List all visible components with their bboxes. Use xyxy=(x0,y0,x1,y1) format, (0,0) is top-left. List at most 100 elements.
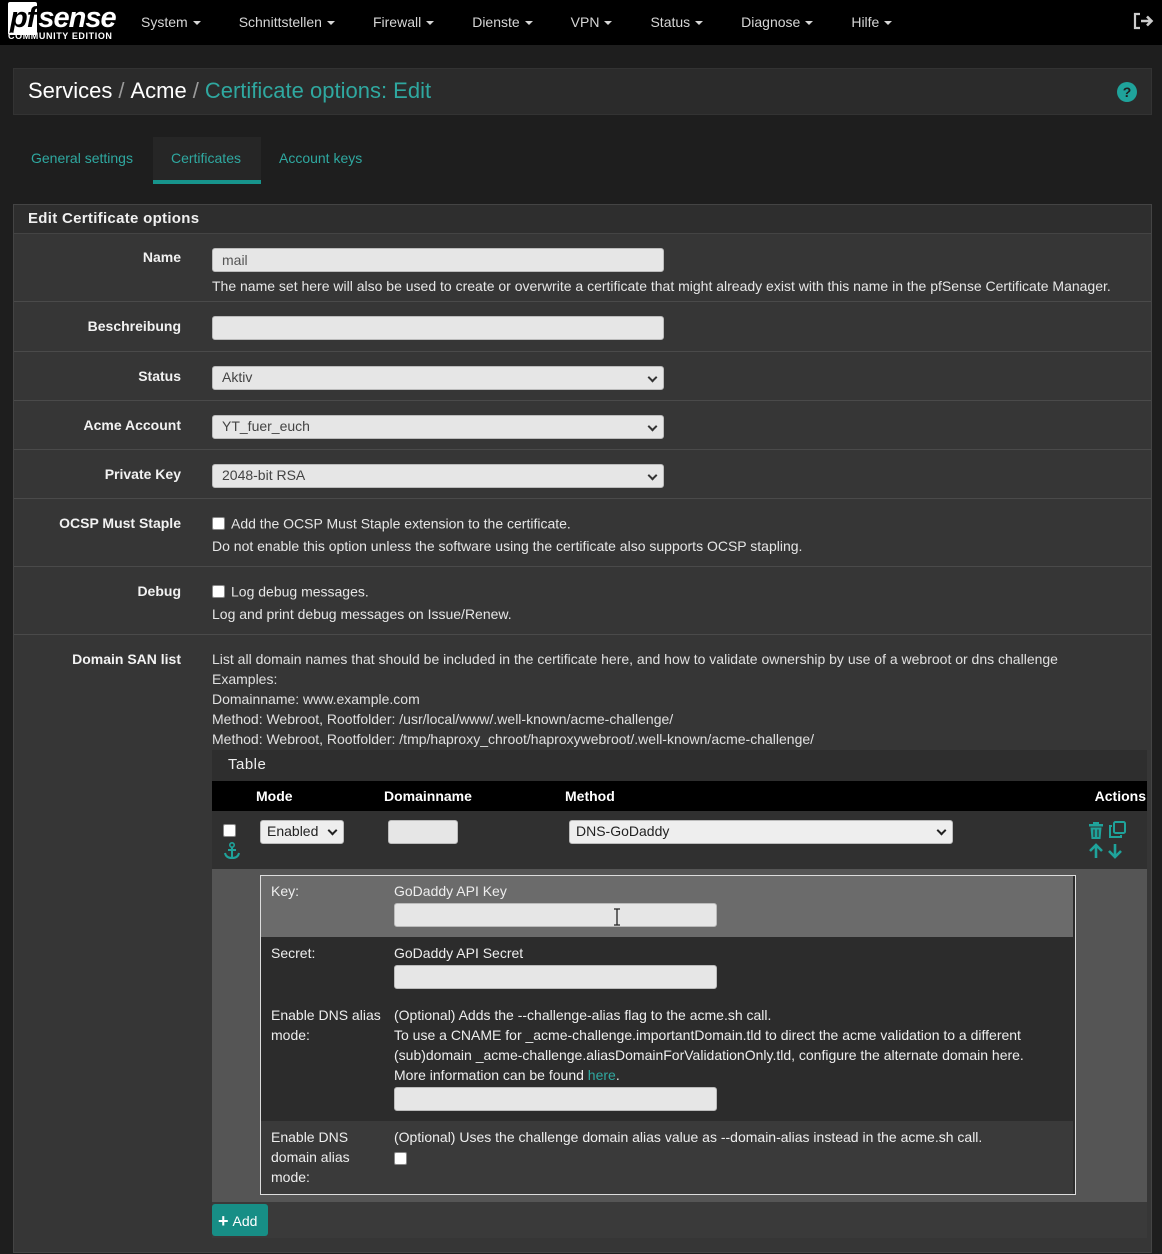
edition-label: COMMUNITY EDITION xyxy=(8,31,113,41)
domain-alias-description: (Optional) Uses the challenge domain ali… xyxy=(394,1129,983,1145)
logout-icon[interactable] xyxy=(1132,12,1154,30)
tab-bar: General settings Certificates Account ke… xyxy=(13,137,382,185)
description-input[interactable] xyxy=(212,316,664,340)
add-button[interactable]: + Add xyxy=(212,1204,268,1236)
secret-description: GoDaddy API Secret xyxy=(394,945,524,961)
table-row: Enabled DNS-GoDaddy xyxy=(212,811,1147,869)
top-navbar: pf sense COMMUNITY EDITION System Schnitt… xyxy=(0,0,1162,45)
breadcrumb-services[interactable]: Services xyxy=(28,78,112,103)
domainname-input[interactable] xyxy=(388,820,458,844)
row-ocsp: OCSP Must Staple Add the OCSP Must Stapl… xyxy=(14,499,1151,567)
domain-alias-label: Enable DNS domain alias mode: xyxy=(271,1129,350,1185)
acme-account-select[interactable]: YT_fuer_euch xyxy=(212,415,664,439)
edit-certificate-panel: Edit Certificate options Name The name s… xyxy=(13,204,1152,1253)
dns-alias-description: (Optional) Adds the --challenge-alias fl… xyxy=(394,1005,1024,1111)
chevron-down-icon xyxy=(647,421,658,432)
chevron-down-icon xyxy=(647,470,658,481)
row-acme-account: Acme Account YT_fuer_euch xyxy=(14,401,1151,450)
dns-alias-input[interactable] xyxy=(394,1087,717,1111)
nav-diagnostics[interactable]: Diagnose xyxy=(722,0,832,45)
breadcrumb-current: Certificate options: Edit xyxy=(204,78,432,103)
panel-title: Edit Certificate options xyxy=(14,205,1151,234)
trash-icon[interactable] xyxy=(1088,822,1104,839)
private-key-select[interactable]: 2048-bit RSA xyxy=(212,464,664,488)
dns-alias-label: Enable DNS alias mode: xyxy=(271,1007,381,1043)
nav-status[interactable]: Status xyxy=(631,0,722,45)
header-domainname: Domainname xyxy=(384,788,472,804)
godaddy-api-key-input[interactable] xyxy=(394,903,717,927)
san-help: List all domain names that should be inc… xyxy=(212,651,1058,747)
arrow-down-icon[interactable] xyxy=(1107,843,1123,859)
copy-icon[interactable] xyxy=(1108,821,1127,839)
mode-select[interactable]: Enabled xyxy=(260,820,344,844)
san-table: Table Mode Domainname Method Actions Ena… xyxy=(212,750,1147,1238)
add-area: + Add xyxy=(212,1202,1147,1238)
detail-secret-row: Secret: GoDaddy API Secret xyxy=(261,937,1073,999)
caret-down-icon xyxy=(695,21,704,26)
debug-checkbox-label: Log debug messages. xyxy=(231,583,369,600)
arrow-up-icon[interactable] xyxy=(1088,843,1104,859)
debug-label: Debug xyxy=(137,583,181,599)
name-input[interactable] xyxy=(212,248,664,272)
nav-system[interactable]: System xyxy=(122,0,220,45)
ocsp-checkbox-label: Add the OCSP Must Staple extension to th… xyxy=(231,515,571,532)
domain-alias-checkbox[interactable] xyxy=(394,1152,407,1166)
help-icon[interactable]: ? xyxy=(1117,82,1137,102)
san-label: Domain SAN list xyxy=(72,651,181,667)
caret-down-icon xyxy=(326,21,335,26)
header-method: Method xyxy=(565,788,615,804)
tab-certificates[interactable]: Certificates xyxy=(152,137,261,184)
status-select[interactable]: Aktiv xyxy=(212,366,664,390)
caret-down-icon xyxy=(524,21,533,26)
private-key-label: Private Key xyxy=(104,466,181,482)
san-table-title: Table xyxy=(212,750,1147,781)
anchor-icon[interactable] xyxy=(222,842,242,860)
nav-vpn[interactable]: VPN xyxy=(552,0,632,45)
ocsp-checkbox[interactable] xyxy=(212,516,225,530)
caret-down-icon xyxy=(192,21,201,26)
breadcrumb-acme[interactable]: Acme xyxy=(130,78,186,103)
caret-down-icon xyxy=(604,21,613,26)
ocsp-help: Do not enable this option unless the sof… xyxy=(212,538,803,555)
row-select-checkbox[interactable] xyxy=(223,824,236,837)
chevron-down-icon xyxy=(647,372,658,383)
nav-services[interactable]: Dienste xyxy=(453,0,551,45)
row-private-key: Private Key 2048-bit RSA xyxy=(14,450,1151,499)
status-label: Status xyxy=(138,368,181,384)
breadcrumb: Services / Acme / Certificate options: Edit xyxy=(28,78,432,103)
detail-dns-alias-row: Enable DNS alias mode: (Optional) Adds t… xyxy=(261,999,1073,1121)
header-actions: Actions xyxy=(1094,788,1146,804)
tab-account-keys[interactable]: Account keys xyxy=(261,137,382,184)
tab-general-settings[interactable]: General settings xyxy=(13,137,153,184)
debug-checkbox[interactable] xyxy=(212,584,225,598)
main-menu: System Schnittstellen Firewall Dienste V… xyxy=(122,0,911,45)
caret-down-icon xyxy=(884,21,893,26)
description-label: Beschreibung xyxy=(87,318,181,334)
nav-interfaces[interactable]: Schnittstellen xyxy=(220,0,354,45)
nav-firewall[interactable]: Firewall xyxy=(354,0,453,45)
pfsense-logo[interactable]: pf sense COMMUNITY EDITION xyxy=(0,0,122,45)
more-info-link[interactable]: here xyxy=(588,1067,616,1083)
row-description: Beschreibung xyxy=(14,302,1151,352)
row-debug: Debug Log debug messages. Log and print … xyxy=(14,567,1151,635)
secret-label: Secret: xyxy=(271,945,316,961)
name-label: Name xyxy=(142,249,181,265)
detail-key-row: Key: GoDaddy API Key xyxy=(261,876,1073,937)
debug-help: Log and print debug messages on Issue/Re… xyxy=(212,606,512,623)
method-details: Key: GoDaddy API Key Secret: GoDaddy API… xyxy=(260,875,1076,1195)
detail-domain-alias-row: Enable DNS domain alias mode: (Optional)… xyxy=(261,1121,1073,1194)
acme-account-label: Acme Account xyxy=(83,417,181,433)
header-mode: Mode xyxy=(256,788,293,804)
row-name: Name The name set here will also be used… xyxy=(14,234,1151,302)
text-cursor-icon xyxy=(614,908,620,926)
key-description: GoDaddy API Key xyxy=(394,883,507,899)
plus-icon: + xyxy=(218,1211,229,1231)
chevron-down-icon xyxy=(936,825,947,836)
method-details-wrapper: Key: GoDaddy API Key Secret: GoDaddy API… xyxy=(212,869,1147,1202)
row-status: Status Aktiv xyxy=(14,352,1151,401)
nav-help[interactable]: Hilfe xyxy=(832,0,911,45)
caret-down-icon xyxy=(426,21,435,26)
method-select[interactable]: DNS-GoDaddy xyxy=(569,820,953,844)
godaddy-api-secret-input[interactable] xyxy=(394,965,717,989)
san-table-header: Mode Domainname Method Actions xyxy=(212,781,1147,811)
